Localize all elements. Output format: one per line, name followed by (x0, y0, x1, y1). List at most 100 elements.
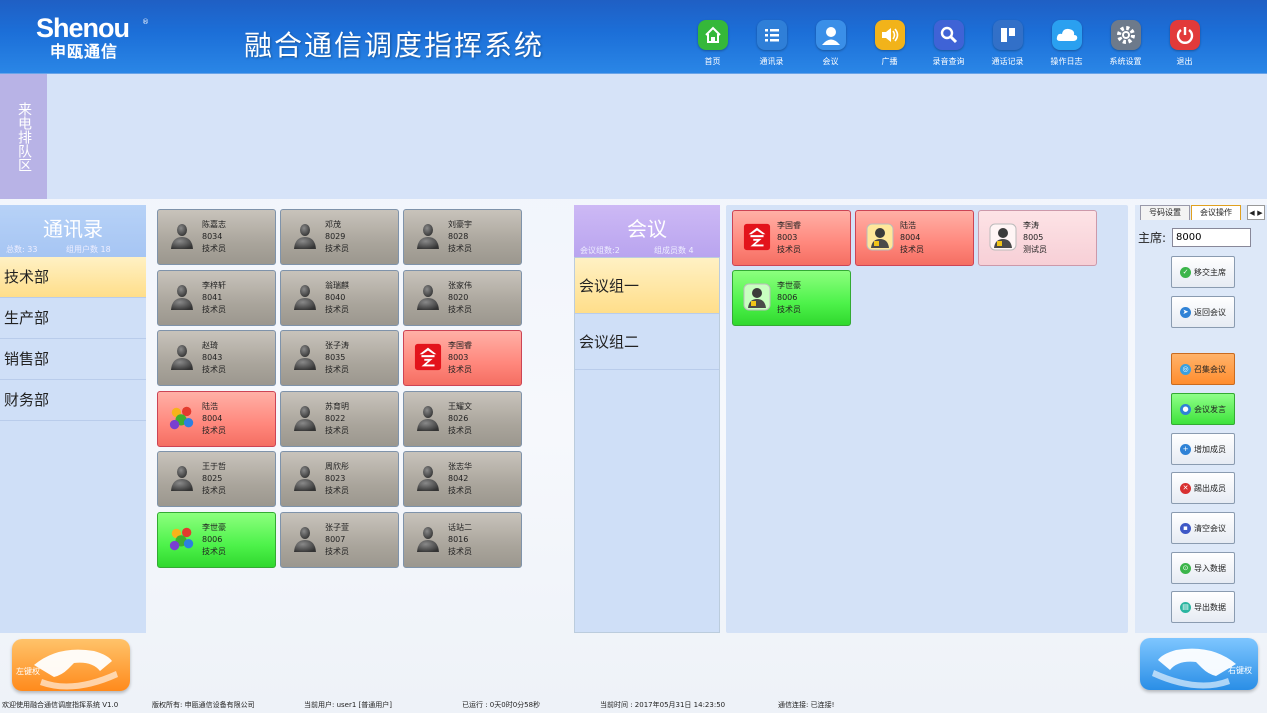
tab-scroll-left-icon[interactable]: ◀ (1249, 209, 1254, 217)
action-button-label: 会议发言 (1194, 404, 1226, 414)
action-button-trash[interactable]: ▪ 清空会议 (1171, 512, 1235, 544)
action-button-export[interactable]: ▤ 导出数据 (1171, 591, 1235, 623)
nav-record[interactable]: 通话记录 (978, 20, 1037, 72)
conference-header: 会议 会议组数:2 组成员数 4 (574, 205, 720, 257)
record-icon (992, 20, 1023, 50)
conference-members-area: 李国睿 8003 技术员 陆浩 8004 技术员 李涛 8005 测试员 李世豪 8006 技术员 (726, 205, 1128, 633)
conference-member-card[interactable]: 李涛 8005 测试员 (978, 210, 1097, 266)
shenou-logo: Shenou 申瓯通信 ® (36, 14, 156, 66)
contact-card[interactable]: 邓茂 8029 技术员 (280, 209, 399, 265)
action-button-label: 返回会议 (1194, 307, 1226, 317)
contact-name: 翁瑞麒 (325, 280, 349, 290)
power-icon (1169, 20, 1200, 50)
nav-search[interactable]: 录音查询 (919, 20, 978, 72)
panel-tab[interactable]: 号码设置 (1140, 205, 1190, 220)
contact-number: 8026 (448, 413, 469, 423)
conference-title: 会议 (627, 217, 667, 241)
check-icon: ✓ (1180, 266, 1191, 278)
person-silhouette-icon (291, 525, 319, 553)
contact-role: 技术员 (777, 305, 801, 314)
contact-role: 技术员 (202, 244, 226, 253)
panel-tab[interactable]: 会议操作 (1191, 205, 1241, 220)
chair-number-input[interactable] (1172, 228, 1251, 247)
contact-role: 技术员 (325, 486, 349, 496)
nav-user[interactable]: 会议 (801, 20, 860, 72)
contact-card[interactable]: 周欣彤 8023 技术员 (280, 451, 399, 508)
person-silhouette-icon (168, 464, 196, 492)
contact-card[interactable]: 李世豪 8006 技术员 (157, 512, 276, 568)
contact-card[interactable]: 陈嘉志 8034 技术员 (157, 209, 276, 265)
person-silhouette-icon (414, 222, 442, 250)
call-queue-label: 来电排队区 (0, 74, 47, 199)
conference-member-card[interactable]: 李世豪 8006 技术员 (732, 270, 851, 326)
action-button-check[interactable]: ✓ 移交主席 (1171, 256, 1235, 288)
department-item[interactable]: 技术部 (0, 257, 146, 298)
contact-card[interactable]: 张子涛 8035 技术员 (280, 330, 399, 387)
nav-power[interactable]: 退出 (1155, 20, 1214, 72)
action-button-import[interactable]: ⊙ 导入数据 (1171, 552, 1235, 584)
contact-card[interactable]: 翁瑞麒 8040 技术员 (280, 269, 399, 326)
contact-name: 张志华 (448, 462, 472, 472)
nav-speaker[interactable]: 广播 (860, 20, 919, 72)
contact-card[interactable]: 李梓轩 8041 技术员 (157, 269, 276, 326)
department-item[interactable]: 生产部 (0, 298, 146, 339)
contact-name: 张家伟 (448, 280, 472, 290)
nav-list[interactable]: 通讯录 (742, 20, 801, 72)
nav-cloud[interactable]: 操作日志 (1037, 20, 1096, 72)
contact-card[interactable]: 话站二 8016 技术员 (403, 512, 522, 568)
conference-group-list: 会议组一 会议组二 (574, 257, 720, 633)
department-item[interactable]: 销售部 (0, 339, 146, 380)
contact-card[interactable]: 苏育明 8022 技术员 (280, 390, 399, 447)
action-button-label: 踢出成员 (1194, 483, 1226, 493)
contact-number: 8007 (325, 535, 346, 544)
conference-member-card[interactable]: 陆浩 8004 技术员 (855, 210, 974, 266)
action-button-plus[interactable]: + 增加成员 (1171, 433, 1235, 465)
gear-icon (1110, 20, 1141, 50)
department-list: 技术部 生产部 销售部 财务部 (0, 257, 146, 633)
contact-card[interactable]: 张家伟 8020 技术员 (403, 269, 522, 326)
contact-card[interactable]: 张子萱 8007 技术员 (280, 512, 399, 568)
department-item[interactable]: 财务部 (0, 380, 146, 421)
person-silhouette-icon (168, 343, 196, 371)
action-button-convene[interactable]: ◎ 召集会议 (1171, 353, 1235, 385)
nav-label: 退出 (1176, 57, 1193, 66)
contact-name: 赵琦 (202, 341, 218, 351)
contact-role: 技术员 (777, 245, 801, 254)
contact-card[interactable]: 张志华 8042 技术员 (403, 451, 522, 508)
contacts-title: 通讯录 (43, 217, 103, 241)
status-bar: 欢迎使用融合通信调度指挥系统 V1.0 版权所有: 申瓯通信设备有限公司 当前用… (0, 697, 1267, 713)
nav-label: 操作日志 (1050, 57, 1083, 66)
conference-member-card[interactable]: 李国睿 8003 技术员 (732, 210, 851, 266)
contact-card[interactable]: 赵琦 8043 技术员 (157, 330, 276, 387)
user-icon (815, 20, 846, 50)
conference-group-item[interactable]: 会议组一 (575, 258, 719, 314)
contact-name: 张子萱 (325, 523, 349, 532)
contact-card[interactable]: 王耀文 8026 技术员 (403, 390, 522, 447)
contact-card[interactable]: 刘豪宇 8028 技术员 (403, 209, 522, 265)
nav-home[interactable]: 首页 (683, 20, 742, 72)
conference-call-icon (414, 343, 442, 371)
right-key-phone-button[interactable]: 右键权 (1140, 638, 1258, 690)
contact-number: 8006 (777, 293, 798, 302)
contact-role: 技术员 (202, 486, 226, 496)
nav-label: 首页 (704, 57, 721, 66)
contact-card[interactable]: 王于哲 8025 技术员 (157, 451, 276, 508)
right-key-label: 右键权 (1228, 666, 1252, 675)
action-button-send[interactable]: ➤ 返回会议 (1171, 296, 1235, 328)
left-key-phone-button[interactable]: 左键权 (12, 639, 130, 691)
contact-card[interactable]: 陆浩 8004 技术员 (157, 390, 276, 447)
contact-number: 8040 (325, 292, 346, 302)
conference-group-item[interactable]: 会议组二 (575, 314, 719, 370)
action-button-speak[interactable]: ● 会议发言 (1171, 393, 1235, 425)
contact-card[interactable]: 李国睿 8003 技术员 (403, 330, 522, 387)
action-button-close[interactable]: ✕ 踢出成员 (1171, 472, 1235, 504)
agent-avatar-icon (866, 223, 894, 251)
nav-gear[interactable]: 系统设置 (1096, 20, 1155, 72)
contact-name: 李涛 (1023, 221, 1039, 230)
tab-scroll-arrows[interactable]: ◀ ▶ (1247, 205, 1265, 220)
tab-scroll-right-icon[interactable]: ▶ (1257, 209, 1262, 217)
list-icon (756, 20, 787, 50)
contact-number: 8004 (900, 233, 921, 242)
contact-role: 技术员 (448, 425, 472, 435)
agent-avatar-icon (743, 283, 771, 311)
